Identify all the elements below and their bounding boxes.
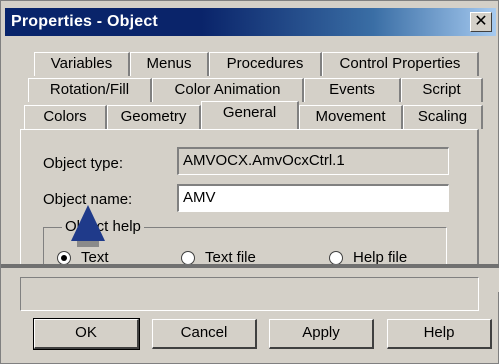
- tab-colors[interactable]: Colors: [24, 105, 107, 129]
- ok-button[interactable]: OK: [33, 318, 140, 350]
- apply-button[interactable]: Apply: [269, 319, 374, 349]
- tab-events[interactable]: Events: [304, 78, 401, 102]
- tab-control-properties[interactable]: Control Properties: [322, 52, 479, 76]
- bottom-frame: [20, 277, 479, 311]
- tab-movement[interactable]: Movement: [299, 105, 403, 129]
- close-button[interactable]: ✕: [470, 12, 492, 32]
- object-name-input[interactable]: AMV: [177, 184, 449, 212]
- tab-rotation-fill[interactable]: Rotation/Fill: [28, 78, 152, 102]
- tab-script[interactable]: Script: [401, 78, 483, 102]
- help-button[interactable]: Help: [387, 319, 492, 349]
- tab-geometry[interactable]: Geometry: [107, 105, 201, 129]
- object-type-label: Object type:: [43, 155, 124, 172]
- tab-color-animation[interactable]: Color Animation: [152, 78, 304, 102]
- radio-selected-icon: [57, 251, 71, 266]
- tab-procedures[interactable]: Procedures: [209, 52, 322, 76]
- tab-menus[interactable]: Menus: [130, 52, 209, 76]
- object-type-field: AMVOCX.AmvOcxCtrl.1: [177, 147, 449, 175]
- cancel-button[interactable]: Cancel: [152, 319, 257, 349]
- window-title: Properties - Object: [11, 13, 158, 30]
- radio-unselected-icon: [181, 251, 195, 266]
- properties-dialog: Properties - Object ✕ Variables Menus Pr…: [0, 0, 499, 364]
- tab-variables[interactable]: Variables: [34, 52, 130, 76]
- tab-scaling[interactable]: Scaling: [403, 105, 483, 129]
- title-bar[interactable]: Properties - Object ✕: [5, 8, 496, 36]
- tab-general[interactable]: General: [201, 101, 299, 129]
- pointer-cursor-icon: [71, 205, 105, 247]
- radio-unselected-icon: [329, 251, 343, 266]
